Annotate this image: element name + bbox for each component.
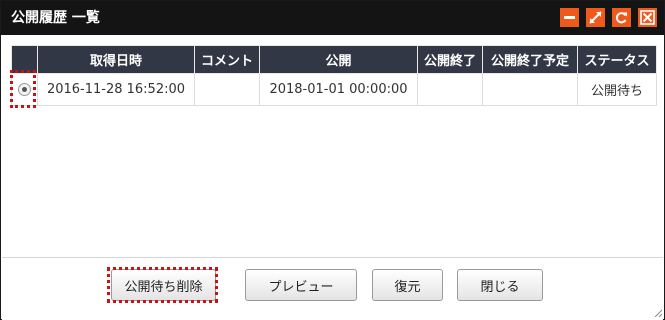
close-icon[interactable] (638, 8, 657, 27)
publish-end-scheduled-cell (482, 73, 578, 106)
minimize-icon[interactable] (560, 8, 579, 27)
publish-history-dialog: 公開履歴 一覧 取得日時 コメント 公開 公開終了 公開終了予定 ステータス 2… (0, 0, 665, 320)
column-header-status: ステータス (577, 45, 657, 74)
publish-history-table: 取得日時 コメント 公開 公開終了 公開終了予定 ステータス 2016-11-2… (11, 45, 657, 106)
refresh-icon[interactable] (612, 8, 631, 27)
row-select-cell[interactable] (11, 73, 38, 106)
comment-cell (194, 73, 260, 106)
column-header-comment: コメント (194, 45, 260, 74)
dialog-title: 公開履歴 一覧 (11, 10, 100, 26)
column-header-acquired: 取得日時 (37, 45, 195, 74)
maximize-icon[interactable] (586, 8, 605, 27)
restore-button[interactable]: 復元 (372, 269, 443, 301)
status-cell: 公開待ち (577, 73, 657, 106)
preview-button[interactable]: プレビュー (245, 269, 357, 301)
row-radio-button[interactable] (18, 83, 31, 96)
title-bar: 公開履歴 一覧 (1, 1, 664, 35)
column-header-publish: 公開 (259, 45, 418, 74)
column-header-publish-end-scheduled: 公開終了予定 (482, 45, 578, 74)
table-header-row: 取得日時 コメント 公開 公開終了 公開終了予定 ステータス (11, 45, 657, 74)
table-row[interactable]: 2016-11-28 16:52:00 2018-01-01 00:00:00 … (11, 73, 657, 106)
column-header-select (11, 45, 38, 74)
history-panel: 取得日時 コメント 公開 公開終了 公開終了予定 ステータス 2016-11-2… (2, 35, 663, 257)
close-button[interactable]: 閉じる (457, 269, 543, 301)
publish-end-cell (417, 73, 483, 106)
dialog-footer: 公開待ち削除 プレビュー 復元 閉じる (2, 257, 663, 320)
acquired-cell: 2016-11-28 16:52:00 (37, 73, 195, 106)
delete-pending-button[interactable]: 公開待ち削除 (111, 269, 216, 301)
resize-grip-icon[interactable] (654, 309, 662, 317)
column-header-publish-end: 公開終了 (417, 45, 483, 74)
publish-cell: 2018-01-01 00:00:00 (259, 73, 418, 106)
